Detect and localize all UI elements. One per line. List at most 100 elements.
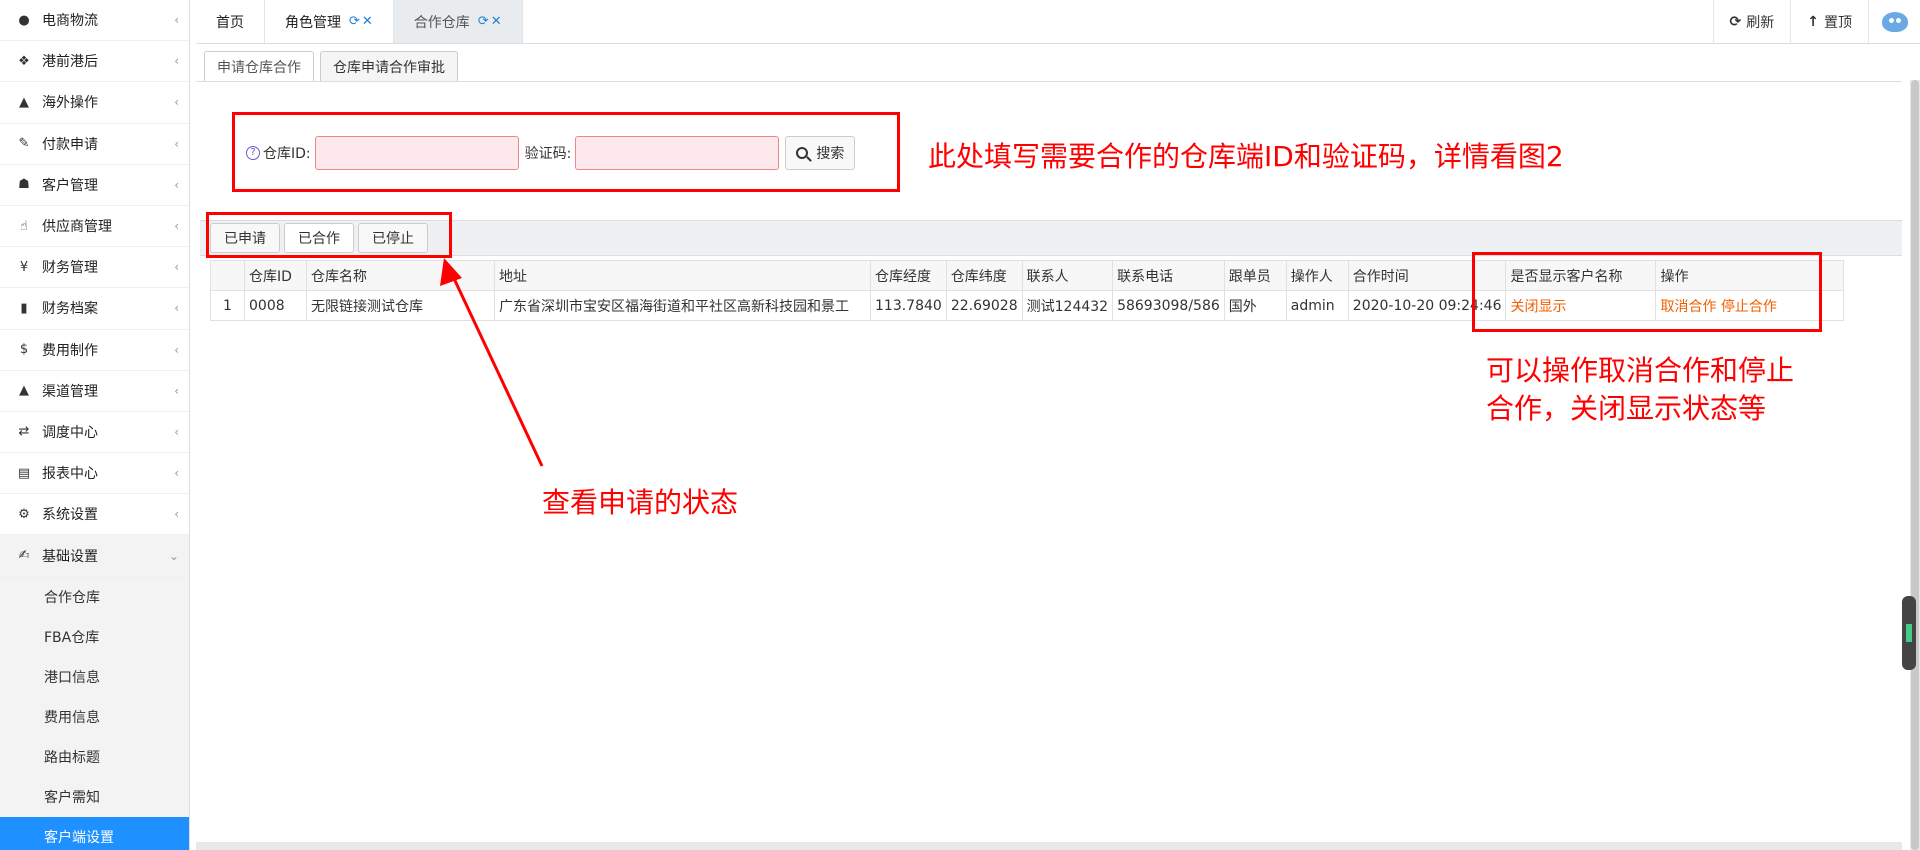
arrow-up-icon: ↑ (1807, 13, 1819, 30)
road-icon: ▲ (19, 383, 29, 399)
tab-approval[interactable]: 仓库申请合作审批 (320, 51, 458, 81)
sidebar-item-label: 海外操作 (42, 95, 98, 112)
status-filter-bar: 已申请 已合作 已停止 (200, 220, 1902, 256)
sidebar-item[interactable]: ▤ 报表中心 ‹ (0, 453, 189, 495)
tab-home[interactable]: 首页 (196, 0, 265, 43)
sidebar-subitem[interactable]: 港口信息 (0, 656, 189, 697)
refresh-label: 刷新 (1746, 14, 1775, 31)
sidebar-item[interactable]: ❖ 港前港后 ‹ (0, 41, 189, 83)
cell-lat: 22.69028 (945, 290, 1023, 321)
cell-operator: admin (1285, 290, 1349, 321)
chevron-left-icon: ‹ (174, 507, 179, 522)
sidebar-subitem[interactable]: 合作仓库 (0, 576, 189, 617)
refresh-icon[interactable]: ⟳ (349, 14, 360, 29)
sidebar-item[interactable]: ▲ 海外操作 ‹ (0, 82, 189, 124)
horizontal-scrollbar[interactable] (196, 842, 1902, 850)
sidebar-item-label: 报表中心 (42, 466, 98, 483)
chevron-left-icon: ‹ (174, 95, 179, 110)
edit-icon: ✍ (18, 548, 30, 564)
refresh-button[interactable]: ⟳ 刷新 (1712, 0, 1791, 43)
sidebar-item[interactable]: ¥ 财务管理 ‹ (0, 247, 189, 289)
col-address: 地址 (494, 260, 871, 291)
sidebar-item-label: 基础设置 (42, 548, 98, 565)
refresh-icon: ⟳ (1729, 13, 1742, 30)
yen-icon: ¥ (19, 259, 29, 275)
chevron-left-icon: ‹ (174, 342, 179, 357)
cell-phone: 58693098/586 (1112, 290, 1225, 321)
book-icon: ▮ (20, 300, 28, 316)
sidebar-item[interactable]: ▲ 渠道管理 ‹ (0, 371, 189, 412)
sidebar-subitem[interactable]: 费用信息 (0, 696, 189, 737)
sidebar: ● 电商物流 ‹ ❖ 港前港后 ‹ ▲ 海外操作 ‹ ✎ 付款申请 ‹ ☗ 客户管理 ‹ ☝ 供应商管理 ‹ ¥ 财务… (0, 0, 190, 850)
globe-icon: ● (18, 12, 30, 28)
sidebar-item-label: 供应商管理 (42, 219, 112, 236)
vertical-scrollbar[interactable] (1910, 80, 1920, 850)
sidebar-item[interactable]: ⚙ 系统设置 ‹ (0, 494, 189, 536)
sidebar-item[interactable]: ▮ 财务档案 ‹ (0, 288, 189, 330)
col-index (210, 260, 245, 291)
users-icon: ☗ (18, 177, 30, 193)
sidebar-subitem[interactable]: 路由标题 (0, 736, 189, 777)
close-icon[interactable]: ✕ (491, 14, 502, 29)
tab-partner-warehouse[interactable]: 合作仓库 ⟳ ✕ (393, 0, 523, 43)
sidebar-item-label: 电商物流 (42, 13, 98, 30)
annotation-search-note: 此处填写需要合作的仓库端ID和验证码，详情看图2 (928, 140, 1564, 173)
sidebar-item-label: 费用制作 (42, 342, 98, 359)
cell-index: 1 (210, 290, 245, 321)
sidebar-item[interactable]: ☝ 供应商管理 ‹ (0, 206, 189, 248)
sidebar-item[interactable]: ⇄ 调度中心 ‹ (0, 412, 189, 454)
file-icon: ▤ (17, 465, 31, 481)
chevron-left-icon: ‹ (174, 219, 179, 234)
sidebar-item[interactable]: ● 电商物流 ‹ (0, 0, 189, 42)
robot-icon (1881, 11, 1908, 32)
retweet-icon: ⇄ (18, 424, 30, 440)
subtab-label: 仓库申请合作审批 (333, 59, 445, 76)
scroll-top-button[interactable]: ↑ 置顶 (1790, 0, 1868, 43)
refresh-icon[interactable]: ⟳ (478, 14, 489, 29)
sidebar-subitem[interactable]: 客户端设置 (0, 816, 189, 850)
thumbs-up-icon: ☝ (20, 218, 28, 234)
dollar-icon: $ (19, 342, 29, 358)
cell-id: 0008 (244, 290, 307, 321)
sidebar-item-label: 渠道管理 (42, 383, 98, 400)
col-contact: 联系人 (1021, 260, 1114, 291)
annotation-status-note: 查看申请的状态 (542, 486, 739, 519)
sidebar-item[interactable]: ✍ 基础设置 ⌄ (0, 535, 189, 577)
col-phone: 联系电话 (1112, 260, 1225, 291)
sidebar-item-label: 付款申请 (42, 136, 98, 153)
tab-apply-cooperation[interactable]: 申请仓库合作 (204, 51, 314, 81)
floating-widget[interactable] (1902, 596, 1916, 670)
scroll-top-label: 置顶 (1824, 14, 1852, 31)
cell-contact: 测试124432 (1021, 290, 1114, 321)
sidebar-subitem[interactable]: 客户需知 (0, 776, 189, 817)
annotation-ops-line2: 合作，关闭显示状态等 (1486, 391, 1767, 425)
chevron-left-icon: ‹ (174, 383, 179, 398)
sidebar-item-label: 港前港后 (42, 54, 98, 71)
app-window: ● 电商物流 ‹ ❖ 港前港后 ‹ ▲ 海外操作 ‹ ✎ 付款申请 ‹ ☗ 客户管理 ‹ ☝ 供应商管理 ‹ ¥ 财务… (0, 0, 1920, 850)
sidebar-item[interactable]: ☗ 客户管理 ‹ (0, 165, 189, 206)
tab-role-management[interactable]: 角色管理 ⟳ ✕ (265, 0, 394, 43)
top-tab-bar: 首页 角色管理 ⟳ ✕ 合作仓库 ⟳ ✕ ⟳ 刷新 ↑ 置顶 (196, 0, 1920, 44)
cell-lng: 113.7840 (870, 290, 947, 321)
chevron-left-icon: ‹ (174, 301, 179, 316)
scrollbar-thumb[interactable] (1911, 80, 1919, 850)
col-operator: 操作人 (1285, 260, 1349, 291)
sidebar-item-label: 调度中心 (42, 424, 98, 441)
avatar[interactable] (1868, 0, 1920, 43)
tab-label: 首页 (216, 14, 244, 31)
sub-tabs: 申请仓库合作 仓库申请合作审批 (196, 46, 1902, 82)
cell-name: 无限链接测试仓库 (306, 290, 495, 321)
content-frame: 申请仓库合作 仓库申请合作审批 ? 仓库ID: 验证码: 搜索 已申请 已合作 … (196, 46, 1902, 846)
sidebar-item[interactable]: ✎ 付款申请 ‹ (0, 124, 189, 165)
sidebar-subitem[interactable]: FBA仓库 (0, 616, 189, 657)
annotation-box-status (206, 212, 452, 258)
chevron-left-icon: ‹ (174, 466, 179, 481)
chevron-down-icon: ⌄ (168, 548, 179, 563)
chevron-left-icon: ‹ (174, 177, 179, 192)
chevron-left-icon: ‹ (174, 424, 179, 439)
sidebar-item[interactable]: $ 费用制作 ‹ (0, 330, 189, 371)
col-id: 仓库ID (244, 260, 307, 291)
chevron-left-icon: ‹ (174, 136, 179, 151)
close-icon[interactable]: ✕ (362, 14, 373, 29)
